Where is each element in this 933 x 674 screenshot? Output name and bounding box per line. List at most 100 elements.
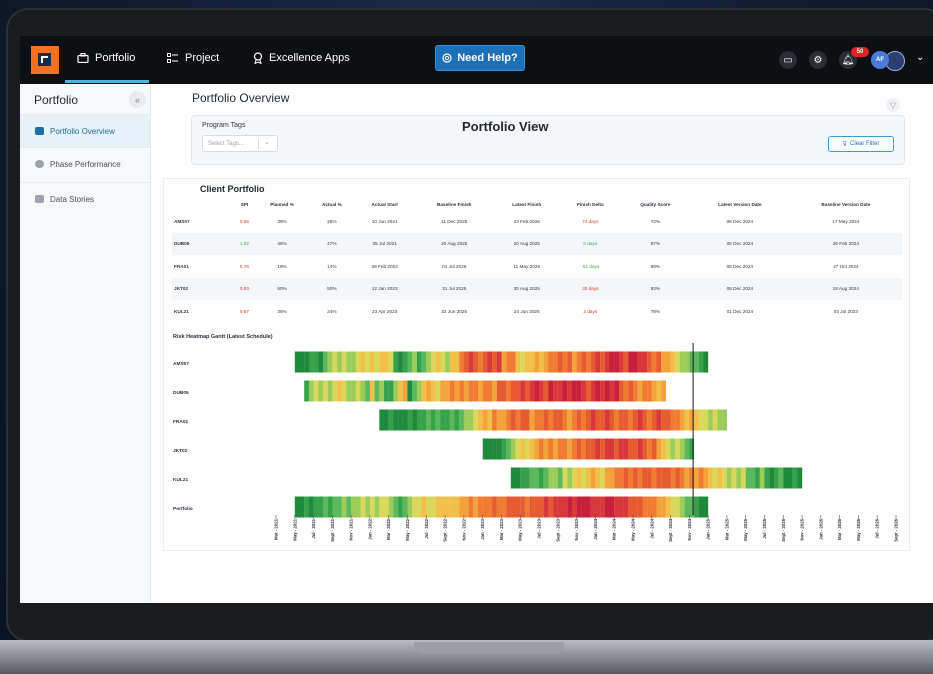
heatmap-cell (459, 496, 464, 518)
award-icon (253, 52, 263, 64)
sidebar: Portfolio « Portfolio Overview Phase Per… (20, 84, 151, 603)
sidebar-item-label: Data Stories (50, 194, 95, 204)
heatmap-cell (463, 496, 469, 518)
filter-icon[interactable]: ▽ (886, 98, 900, 112)
sidebar-item-portfolio-overview[interactable]: Portfolio Overview (20, 114, 150, 147)
heatmap-cell (346, 380, 352, 402)
heatmap-cell (712, 467, 718, 489)
heatmap-row-label: JKT02 (173, 448, 188, 454)
heatmap-cell (604, 409, 610, 431)
heatmap-cell (369, 496, 375, 518)
heatmap-cell (562, 438, 568, 460)
heatmap-cell (694, 496, 699, 518)
heatmap-cell (656, 496, 662, 518)
video-icon[interactable]: ▭ (779, 51, 797, 69)
heatmap-cell (759, 467, 765, 489)
heatmap-cell (661, 467, 666, 489)
table-cell: 83% (620, 277, 691, 300)
table-row[interactable]: AMS07 0.66 39% 25% 10 Jun 2021 11 Dec 2025 23 … (172, 210, 902, 233)
heatmap-cell (393, 409, 399, 431)
heatmap-cell (600, 438, 605, 460)
x-axis-tick-label: May - 2023 (518, 518, 523, 540)
heatmap-cell (539, 351, 544, 373)
heatmap-cell (600, 496, 605, 518)
table-row[interactable]: JKT02 0.83 60% 50% 12 Jan 2023 31 Jul 2025 30 … (172, 277, 902, 300)
table-cell: 39% (277, 218, 287, 224)
sidebar-item-data-stories[interactable]: Data Stories (20, 182, 150, 215)
user-avatar[interactable]: AF (871, 51, 889, 69)
table-cell: 05 Jul 2021 (354, 232, 415, 255)
table-row[interactable]: FRA01 0.76 18% 14% 28 Feb 2022 01 Jul 2026 11 … (172, 255, 902, 278)
heatmap-cell (684, 496, 690, 518)
table-cell: 18 Aug 2024 (789, 277, 902, 300)
heatmap-cell (670, 496, 676, 518)
nav-excellence-apps[interactable]: Excellence Apps (253, 52, 350, 64)
program-tags-label: Program Tags (202, 122, 246, 129)
heatmap-cell (308, 380, 314, 402)
heatmap-cell (449, 409, 455, 431)
heatmap-cell (656, 438, 662, 460)
heatmap-cell (679, 409, 685, 431)
heatmap-cell (543, 438, 549, 460)
heatmap-cell (576, 496, 582, 518)
heatmap-cell (694, 351, 699, 373)
column-header: Baseline Finish (437, 201, 472, 207)
heatmap-cell (369, 351, 375, 373)
table-cell: 11 May 2026 (513, 263, 541, 269)
heatmap-cell (440, 351, 446, 373)
client-portfolio-title: Client Portfolio (200, 184, 265, 194)
heatmap-cell (346, 351, 352, 373)
heatmap-cell (506, 409, 511, 431)
document-icon (35, 195, 44, 203)
heatmap-cell (712, 409, 718, 431)
table-cell: 03 Jul 2023 (833, 308, 858, 314)
heatmap-cell (571, 467, 577, 489)
heatmap-cell (797, 467, 803, 489)
heatmap-cell (468, 409, 474, 431)
nav-project[interactable]: Project (167, 52, 219, 64)
x-axis-tick-label: Jan - 2023 (480, 518, 485, 539)
table-row[interactable]: DUB05 1.02 46% 47% 05 Jul 2021 20 Aug 2025 20 … (172, 232, 902, 255)
heatmap-cell (294, 351, 300, 373)
heatmap-cell (586, 351, 591, 373)
gear-icon[interactable]: ⚙ (809, 51, 827, 69)
heatmap-cell (501, 438, 507, 460)
heatmap-cell (670, 351, 676, 373)
x-axis-tick-label: Sept - 2023 (555, 518, 560, 541)
table-cell: 14% (327, 263, 337, 269)
need-help-button[interactable]: Need Help? (435, 45, 525, 71)
heatmap-cell (454, 409, 460, 431)
nav-project-label: Project (185, 52, 220, 64)
heatmap-cell (628, 351, 634, 373)
heatmap-cell (449, 496, 455, 518)
heatmap-cell (374, 496, 380, 518)
heatmap-cell (595, 438, 601, 460)
heatmap-cell (506, 438, 511, 460)
heatmap-cell (581, 467, 587, 489)
client-portfolio-card: Client Portfolio SPI Planned % Actual % … (163, 178, 910, 551)
select-tags-dropdown[interactable]: Select Tags... ⌄ (202, 135, 278, 152)
table-cell: 08 Dec 2024 (690, 277, 790, 300)
chevron-down-icon[interactable]: ⌄ (916, 52, 924, 63)
heatmap-cell (379, 496, 385, 518)
app-logo[interactable] (31, 46, 59, 74)
heatmap-cell (595, 496, 601, 518)
heatmap-cell (510, 380, 516, 402)
table-row[interactable]: KUL21 0.67 36% 24% 23 Apr 2023 22 Jun 2026 24 … (172, 300, 902, 323)
heatmap-cell (421, 409, 427, 431)
heatmap-cell (510, 496, 516, 518)
table-cell: 31 Jul 2025 (414, 277, 494, 300)
nav-portfolio[interactable]: Portfolio (77, 52, 135, 64)
clear-filter-button[interactable]: ⊽ Clear Filter (828, 136, 894, 152)
heatmap-cell (478, 380, 483, 402)
heatmap-cell (332, 496, 338, 518)
table-cell: 47% (309, 232, 355, 255)
heatmap-cell (327, 380, 333, 402)
table-cell: 1.02 (234, 232, 255, 255)
heatmap-cell (750, 467, 756, 489)
collapse-sidebar-icon[interactable]: « (129, 91, 146, 108)
table-cell: 0.83 (234, 277, 255, 300)
table-cell: 25% (327, 218, 337, 224)
sidebar-item-phase-performance[interactable]: Phase Performance (20, 147, 150, 180)
heatmap-cell (318, 496, 324, 518)
